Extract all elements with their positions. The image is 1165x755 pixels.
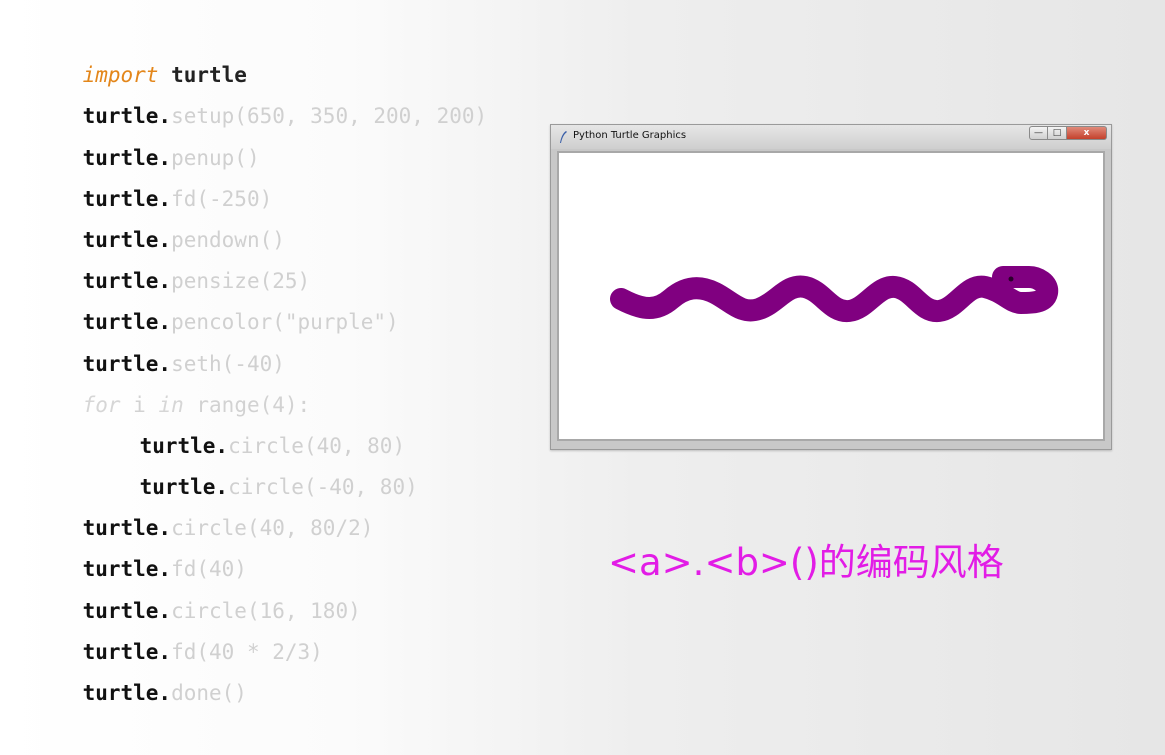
keyword-in: in [158,392,184,417]
code-call: pendown() [171,227,285,252]
turtle-canvas [557,151,1105,441]
code-line-import: import turtle [32,14,487,87]
code-object: turtle. [82,186,172,211]
code-call: fd(40 * 2/3) [171,639,323,664]
python-snake-stroke [610,266,1059,322]
module-name: turtle [158,63,247,88]
keyword-for: for [82,392,121,417]
keyword-import: import [82,63,159,88]
window-title: Python Turtle Graphics [573,130,687,141]
code-call: seth(-40) [171,351,285,376]
turtle-graphics-window[interactable]: Python Turtle Graphics — □ x [550,124,1112,450]
code-object: turtle. [82,351,172,376]
code-object: turtle. [139,433,229,458]
minimize-button[interactable]: — [1029,126,1048,140]
window-controls: — □ x [1029,126,1107,141]
code-call: circle(40, 80) [228,433,406,458]
code-call: fd(-250) [171,186,273,211]
code-call: setup(650, 350, 200, 200) [171,104,488,129]
code-object: turtle. [82,516,172,541]
code-call: penup() [171,145,260,170]
code-call: circle(40, 80/2) [171,516,374,541]
code-object: turtle. [82,227,172,252]
code-listing: import turtle turtle.setup(650, 350, 200… [32,14,488,705]
code-object: turtle. [82,598,172,623]
maximize-button[interactable]: □ [1048,126,1067,140]
code-object: turtle. [82,104,172,129]
code-call: pencolor("purple") [171,310,399,335]
code-object: turtle. [82,269,172,294]
python-drawing [610,266,1059,322]
code-call: circle(-40, 80) [228,475,418,500]
code-call: fd(40) [171,557,247,582]
feather-icon [560,131,567,143]
code-object: turtle. [82,681,172,706]
loop-range: range(4): [183,392,311,417]
code-object: turtle. [82,310,172,335]
code-object: turtle. [82,557,172,582]
loop-variable: i [120,392,159,417]
code-object: turtle. [82,145,172,170]
code-object: turtle. [139,475,229,500]
window-titlebar[interactable]: Python Turtle Graphics — □ x [551,125,1111,149]
code-call: done() [171,681,247,706]
code-call: circle(16, 180) [171,598,361,623]
code-object: turtle. [82,639,172,664]
caption-coding-style: <a>.<b>()的编码风格 [608,541,1004,584]
turtle-head-icon [1008,276,1014,282]
code-call: pensize(25) [171,269,311,294]
close-button[interactable]: x [1067,126,1107,140]
